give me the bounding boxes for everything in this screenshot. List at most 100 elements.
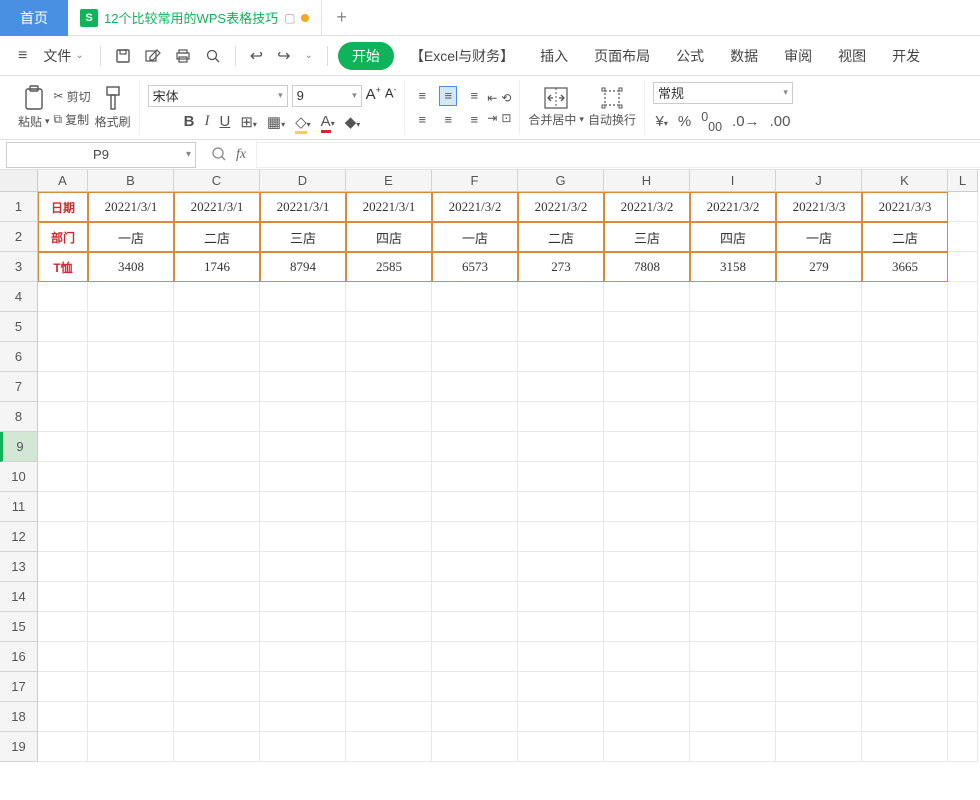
cell-B6[interactable]: [88, 342, 174, 372]
cell-E13[interactable]: [346, 552, 432, 582]
number-format-select[interactable]: 常规▾: [653, 82, 793, 104]
column-header-F[interactable]: F: [432, 170, 518, 192]
cell-L3[interactable]: [948, 252, 978, 282]
cell-H10[interactable]: [604, 462, 690, 492]
cell-B15[interactable]: [88, 612, 174, 642]
cell-J11[interactable]: [776, 492, 862, 522]
increase-font-icon[interactable]: A+: [366, 85, 381, 107]
cell-C10[interactable]: [174, 462, 260, 492]
cell-L13[interactable]: [948, 552, 978, 582]
cell-C4[interactable]: [174, 282, 260, 312]
cell-D2[interactable]: 三店: [260, 222, 346, 252]
row-header-14[interactable]: 14: [0, 582, 38, 612]
cell-K1[interactable]: 20221/3/3: [862, 192, 948, 222]
cell-E1[interactable]: 20221/3/1: [346, 192, 432, 222]
cell-J4[interactable]: [776, 282, 862, 312]
bold-icon[interactable]: B: [184, 113, 195, 130]
column-header-K[interactable]: K: [862, 170, 948, 192]
cell-E19[interactable]: [346, 732, 432, 762]
cell-H6[interactable]: [604, 342, 690, 372]
cell-I2[interactable]: 四店: [690, 222, 776, 252]
save-as-icon[interactable]: [141, 48, 165, 64]
cell-I5[interactable]: [690, 312, 776, 342]
redo-icon[interactable]: ↪: [273, 46, 294, 66]
cell-G15[interactable]: [518, 612, 604, 642]
fill-select-icon[interactable]: ▦▾: [267, 113, 285, 131]
cell-C17[interactable]: [174, 672, 260, 702]
file-menu[interactable]: 文件 ⌄: [37, 46, 89, 66]
row-header-2[interactable]: 2: [0, 222, 38, 252]
cell-I15[interactable]: [690, 612, 776, 642]
cell-J19[interactable]: [776, 732, 862, 762]
align-center-icon[interactable]: ≡: [439, 110, 457, 130]
cell-C8[interactable]: [174, 402, 260, 432]
insert-tab[interactable]: 插入: [530, 46, 578, 66]
cell-H13[interactable]: [604, 552, 690, 582]
cell-D4[interactable]: [260, 282, 346, 312]
column-header-J[interactable]: J: [776, 170, 862, 192]
fx-icon[interactable]: fx: [236, 147, 246, 163]
row-header-17[interactable]: 17: [0, 672, 38, 702]
cell-I13[interactable]: [690, 552, 776, 582]
row-header-6[interactable]: 6: [0, 342, 38, 372]
cell-A9[interactable]: [38, 432, 88, 462]
column-header-G[interactable]: G: [518, 170, 604, 192]
cell-K9[interactable]: [862, 432, 948, 462]
name-box[interactable]: P9▾: [6, 142, 196, 168]
cell-H4[interactable]: [604, 282, 690, 312]
cell-H18[interactable]: [604, 702, 690, 732]
cell-F7[interactable]: [432, 372, 518, 402]
cell-C13[interactable]: [174, 552, 260, 582]
cell-L12[interactable]: [948, 522, 978, 552]
column-header-L[interactable]: L: [948, 170, 978, 192]
cell-F5[interactable]: [432, 312, 518, 342]
cell-F15[interactable]: [432, 612, 518, 642]
cell-A14[interactable]: [38, 582, 88, 612]
column-header-I[interactable]: I: [690, 170, 776, 192]
cell-B8[interactable]: [88, 402, 174, 432]
start-tab[interactable]: 开始: [338, 42, 394, 70]
cell-J8[interactable]: [776, 402, 862, 432]
cell-D3[interactable]: 8794: [260, 252, 346, 282]
cell-L8[interactable]: [948, 402, 978, 432]
cell-D1[interactable]: 20221/3/1: [260, 192, 346, 222]
cell-L10[interactable]: [948, 462, 978, 492]
cell-C15[interactable]: [174, 612, 260, 642]
cell-F14[interactable]: [432, 582, 518, 612]
cell-H12[interactable]: [604, 522, 690, 552]
cell-E14[interactable]: [346, 582, 432, 612]
cell-K16[interactable]: [862, 642, 948, 672]
column-header-A[interactable]: A: [38, 170, 88, 192]
column-header-D[interactable]: D: [260, 170, 346, 192]
undo-dropdown-icon[interactable]: ⌄: [301, 50, 317, 61]
cell-A5[interactable]: [38, 312, 88, 342]
cancel-formula-icon[interactable]: [212, 147, 226, 163]
cell-I14[interactable]: [690, 582, 776, 612]
cell-F10[interactable]: [432, 462, 518, 492]
cell-I16[interactable]: [690, 642, 776, 672]
cell-D10[interactable]: [260, 462, 346, 492]
cell-A11[interactable]: [38, 492, 88, 522]
align-top-center-icon[interactable]: ≡: [439, 86, 457, 106]
cell-C12[interactable]: [174, 522, 260, 552]
cell-F8[interactable]: [432, 402, 518, 432]
font-name-select[interactable]: 宋体▾: [148, 85, 288, 107]
cell-B14[interactable]: [88, 582, 174, 612]
font-size-select[interactable]: 9▾: [292, 85, 362, 107]
cell-E10[interactable]: [346, 462, 432, 492]
select-all-corner[interactable]: [0, 170, 38, 192]
column-header-B[interactable]: B: [88, 170, 174, 192]
cell-K4[interactable]: [862, 282, 948, 312]
row-header-10[interactable]: 10: [0, 462, 38, 492]
cell-D9[interactable]: [260, 432, 346, 462]
cell-L6[interactable]: [948, 342, 978, 372]
cell-I19[interactable]: [690, 732, 776, 762]
excel-finance-tab[interactable]: 【Excel与财务】: [400, 46, 524, 66]
cell-B2[interactable]: 一店: [88, 222, 174, 252]
cell-G19[interactable]: [518, 732, 604, 762]
decrease-indent-icon[interactable]: ⇤: [487, 91, 497, 105]
cell-H3[interactable]: 7808: [604, 252, 690, 282]
row-header-13[interactable]: 13: [0, 552, 38, 582]
cell-C3[interactable]: 1746: [174, 252, 260, 282]
border-icon[interactable]: ⊞▾: [240, 113, 257, 131]
